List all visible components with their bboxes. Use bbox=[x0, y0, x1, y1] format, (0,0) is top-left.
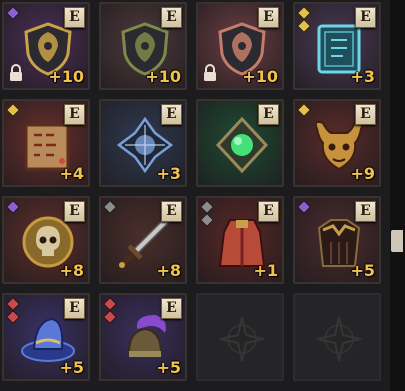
socket-gems bbox=[5, 296, 22, 325]
enhance-level: +5 bbox=[156, 358, 181, 377]
equip-badge: E bbox=[258, 7, 279, 28]
panel-drag-handle[interactable] bbox=[391, 230, 403, 252]
gem-icon bbox=[5, 5, 21, 21]
gem-icon bbox=[102, 199, 118, 215]
equip-badge: E bbox=[355, 7, 376, 28]
enhance-level: +4 bbox=[59, 164, 84, 183]
gem-icon bbox=[296, 199, 312, 215]
inventory-slot-skull-medallion[interactable]: E +8 bbox=[2, 196, 90, 284]
equip-badge: E bbox=[64, 298, 85, 319]
inventory-grid: E +10 E +10 E +10 E +3 E +4 E +3 E E +9 … bbox=[0, 0, 390, 391]
equip-badge: E bbox=[355, 104, 376, 125]
inventory-slot-empty[interactable] bbox=[196, 293, 284, 381]
enhance-level: +8 bbox=[59, 261, 84, 280]
inventory-slot-lion-crest-shield-rose[interactable]: E +10 bbox=[196, 2, 284, 90]
enhance-level: +9 bbox=[350, 164, 375, 183]
enhance-level: +10 bbox=[242, 67, 278, 86]
enhance-level: +10 bbox=[48, 67, 84, 86]
socket-gems bbox=[296, 102, 313, 118]
inventory-slot-runed-grimoire[interactable]: E +4 bbox=[2, 99, 90, 187]
gem-icon bbox=[102, 309, 118, 325]
enhance-level: +8 bbox=[156, 261, 181, 280]
socket-gems bbox=[5, 199, 22, 215]
enhance-level: +3 bbox=[350, 67, 375, 86]
inventory-slot-emerald-amulet[interactable]: E bbox=[196, 99, 284, 187]
socket-gems bbox=[5, 102, 22, 118]
equip-badge: E bbox=[258, 201, 279, 222]
socket-gems bbox=[199, 199, 216, 228]
inventory-slot-lion-crest-shield-violet[interactable]: E +10 bbox=[2, 2, 90, 90]
equip-badge: E bbox=[161, 7, 182, 28]
equip-badge: E bbox=[355, 201, 376, 222]
inventory-slot-spiked-blue-emblem[interactable]: E +3 bbox=[99, 99, 187, 187]
gem-icon bbox=[199, 212, 215, 228]
equip-badge: E bbox=[161, 104, 182, 125]
inventory-side-panel-edge bbox=[390, 0, 405, 391]
equip-badge: E bbox=[258, 104, 279, 125]
equip-badge: E bbox=[64, 7, 85, 28]
gem-icon bbox=[296, 102, 312, 118]
enhance-level: +1 bbox=[253, 261, 278, 280]
inventory-slot-horned-demon-mask[interactable]: E +9 bbox=[293, 99, 381, 187]
socket-gems bbox=[102, 199, 119, 215]
equip-badge: E bbox=[161, 298, 182, 319]
enhance-level: +10 bbox=[145, 67, 181, 86]
gem-icon bbox=[5, 199, 21, 215]
gem-icon bbox=[296, 18, 312, 34]
inventory-slot-sapphire-wide-hat[interactable]: E +5 bbox=[2, 293, 90, 381]
inventory-slot-bronze-pauldron-cape[interactable]: E +5 bbox=[293, 196, 381, 284]
slot-placeholder-icon bbox=[219, 316, 265, 362]
equip-badge: E bbox=[161, 201, 182, 222]
socket-gems bbox=[5, 5, 22, 21]
inventory-slot-frost-rune-tome[interactable]: E +3 bbox=[293, 2, 381, 90]
socket-gems bbox=[296, 199, 313, 215]
socket-gems bbox=[102, 296, 119, 325]
enhance-level: +5 bbox=[59, 358, 84, 377]
inventory-slot-steel-longsword[interactable]: E +8 bbox=[99, 196, 187, 284]
equip-badge: E bbox=[64, 201, 85, 222]
socket-gems bbox=[296, 5, 313, 34]
inventory-slot-lion-crest-shield-olive[interactable]: E +10 bbox=[99, 2, 187, 90]
gem-icon bbox=[5, 102, 21, 118]
gem-icon bbox=[5, 309, 21, 325]
inventory-slot-plumed-war-helm[interactable]: E +5 bbox=[99, 293, 187, 381]
inventory-slot-empty[interactable] bbox=[293, 293, 381, 381]
slot-placeholder-icon bbox=[316, 316, 362, 362]
equip-badge: E bbox=[64, 104, 85, 125]
inventory-slot-crimson-mantle[interactable]: E +1 bbox=[196, 196, 284, 284]
enhance-level: +3 bbox=[156, 164, 181, 183]
lock-icon bbox=[204, 64, 216, 81]
enhance-level: +5 bbox=[350, 261, 375, 280]
lock-icon bbox=[10, 64, 22, 81]
